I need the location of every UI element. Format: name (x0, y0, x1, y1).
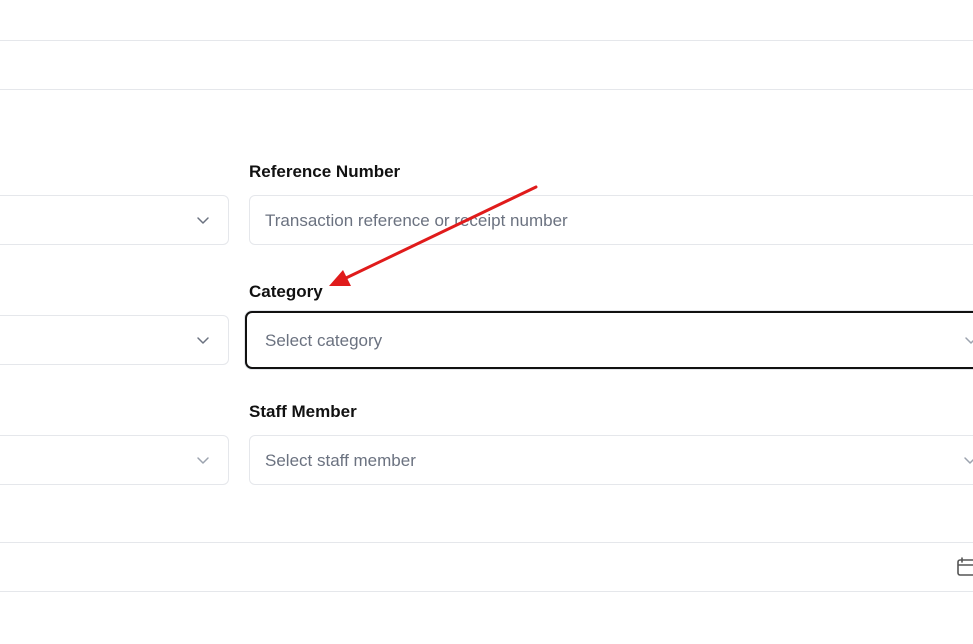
category-select[interactable]: Select category (245, 311, 973, 369)
reference-number-placeholder: Transaction reference or receipt number (265, 211, 568, 230)
date-field-bottom-border (0, 591, 973, 592)
reference-number-input[interactable]: Transaction reference or receipt number (249, 195, 973, 245)
top-divider (0, 40, 973, 41)
category-placeholder: Select category (265, 331, 383, 350)
chevron-down-icon (197, 337, 209, 344)
left-select-2[interactable] (0, 315, 229, 365)
header-divider (0, 89, 973, 90)
staff-member-label: Staff Member (249, 402, 357, 421)
date-field[interactable] (0, 543, 973, 591)
staff-member-placeholder: Select staff member (265, 451, 416, 470)
chevron-down-icon (964, 457, 973, 464)
annotation-arrow-head (329, 270, 351, 286)
category-label: Category (249, 282, 323, 301)
reference-number-label: Reference Number (249, 162, 401, 181)
left-select-1[interactable] (0, 195, 229, 245)
calendar-icon[interactable] (957, 557, 973, 577)
staff-member-select[interactable]: Select staff member (249, 435, 973, 485)
left-select-3[interactable] (0, 435, 229, 485)
chevron-down-icon (197, 457, 209, 464)
chevron-down-icon (965, 337, 973, 344)
chevron-down-icon (197, 217, 209, 224)
